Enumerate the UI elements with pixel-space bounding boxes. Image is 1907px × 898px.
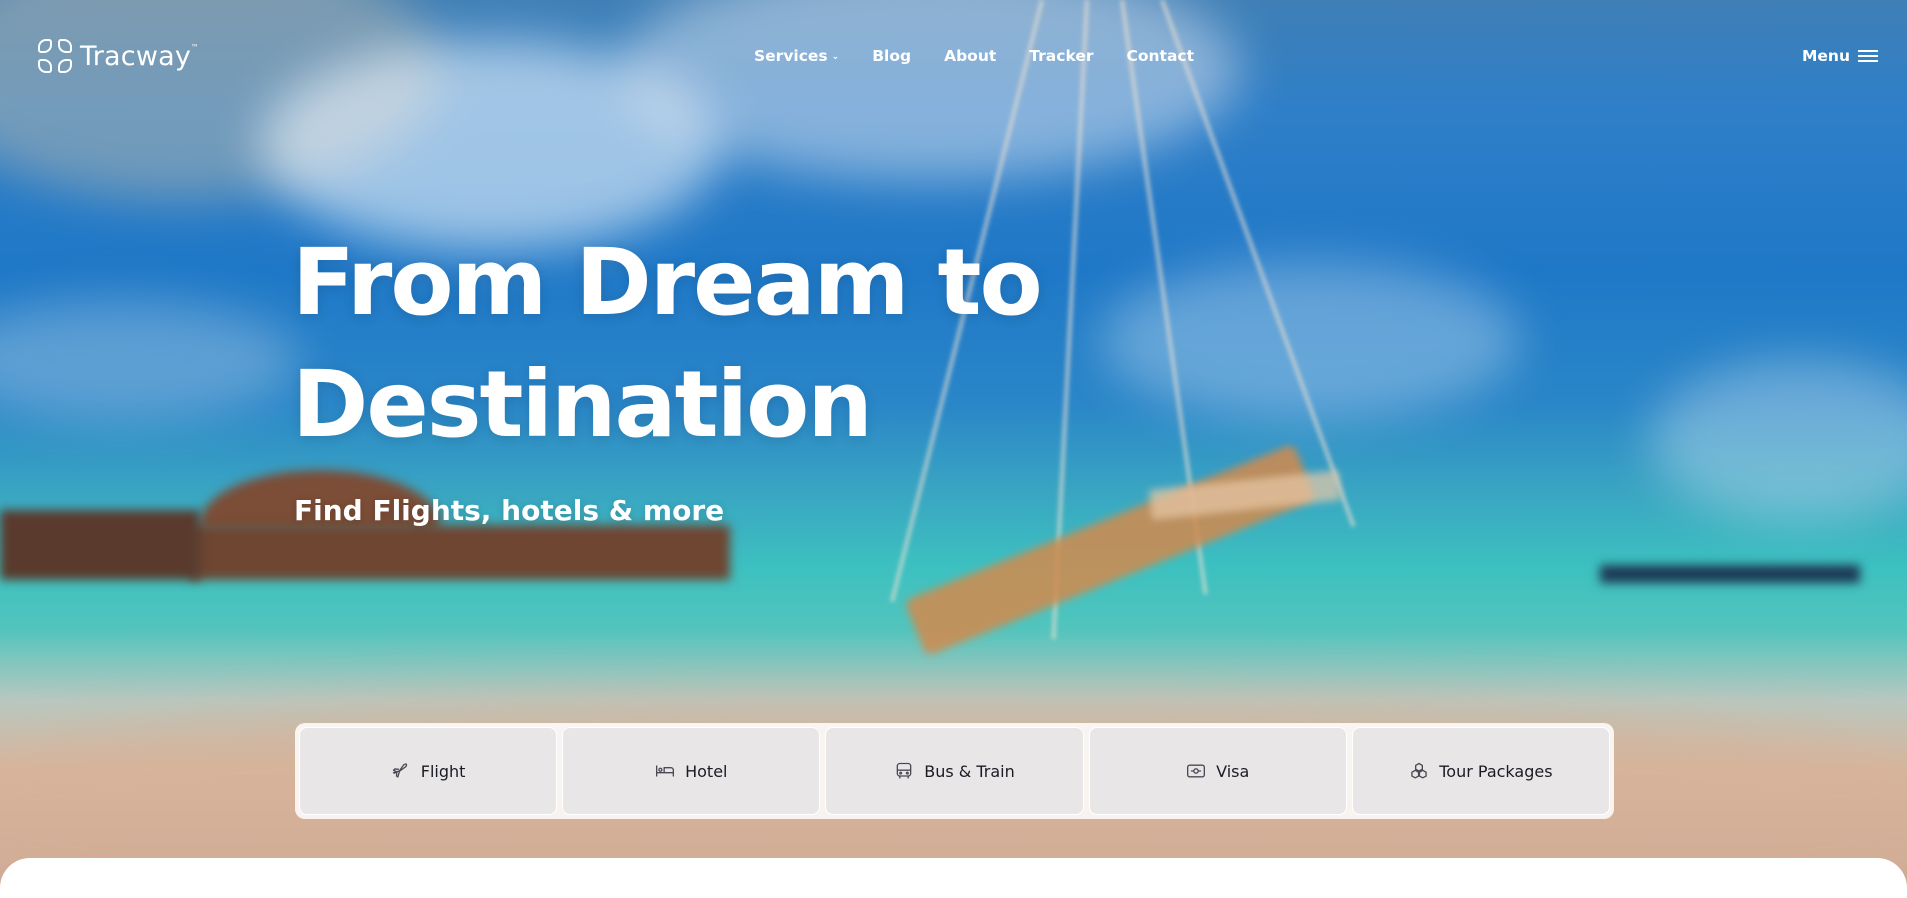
- packages-icon: [1411, 762, 1427, 779]
- plane-icon: [392, 763, 407, 778]
- nav-item-about[interactable]: About: [944, 47, 996, 65]
- passport-icon: [1187, 764, 1206, 778]
- tab-tour-packages[interactable]: Tour Packages: [1351, 727, 1611, 815]
- chevron-down-icon: ⌄: [831, 52, 840, 62]
- tab-tour-packages-label: Tour Packages: [1439, 761, 1553, 781]
- hero-title-line1: From Dream to: [292, 229, 1043, 336]
- tab-hotel[interactable]: Hotel: [562, 727, 821, 815]
- nav-item-blog[interactable]: Blog: [872, 47, 911, 65]
- nav-item-services[interactable]: Services ⌄: [754, 47, 839, 65]
- hamburger-icon: [1858, 50, 1879, 62]
- menu-label: Menu: [1802, 47, 1851, 65]
- hero-title-line2: Destination: [292, 351, 873, 458]
- hero-title: From Dream to Destination: [292, 222, 1052, 466]
- service-tabs: Flight Hotel Bus & Train Visa Tour Packa…: [295, 723, 1614, 819]
- tab-bus-train-label: Bus & Train: [924, 761, 1015, 781]
- main-nav: Services ⌄ Blog About Tracker Contact: [754, 44, 1194, 68]
- nav-item-tracker[interactable]: Tracker: [1029, 47, 1093, 65]
- tab-visa[interactable]: Visa: [1088, 727, 1347, 815]
- bus-icon: [896, 762, 912, 779]
- nav-item-contact[interactable]: Contact: [1127, 47, 1195, 65]
- tab-hotel-label: Hotel: [685, 761, 728, 781]
- brand-name: Tracway ™: [80, 40, 200, 72]
- content-sheet: [0, 858, 1907, 898]
- logo-mark-icon: [38, 39, 72, 73]
- tab-visa-label: Visa: [1216, 761, 1250, 781]
- brand-logo[interactable]: Tracway ™: [38, 38, 200, 74]
- menu-button[interactable]: Menu: [1802, 44, 1879, 68]
- tab-flight[interactable]: Flight: [299, 727, 558, 815]
- tab-flight-label: Flight: [420, 761, 466, 781]
- hero-subtitle: Find Flights, hotels & more: [294, 494, 725, 527]
- tab-bus-train[interactable]: Bus & Train: [825, 727, 1084, 815]
- site-header: Tracway ™ Services ⌄ Blog About Tracker C…: [0, 0, 1907, 112]
- bed-icon: [656, 765, 675, 777]
